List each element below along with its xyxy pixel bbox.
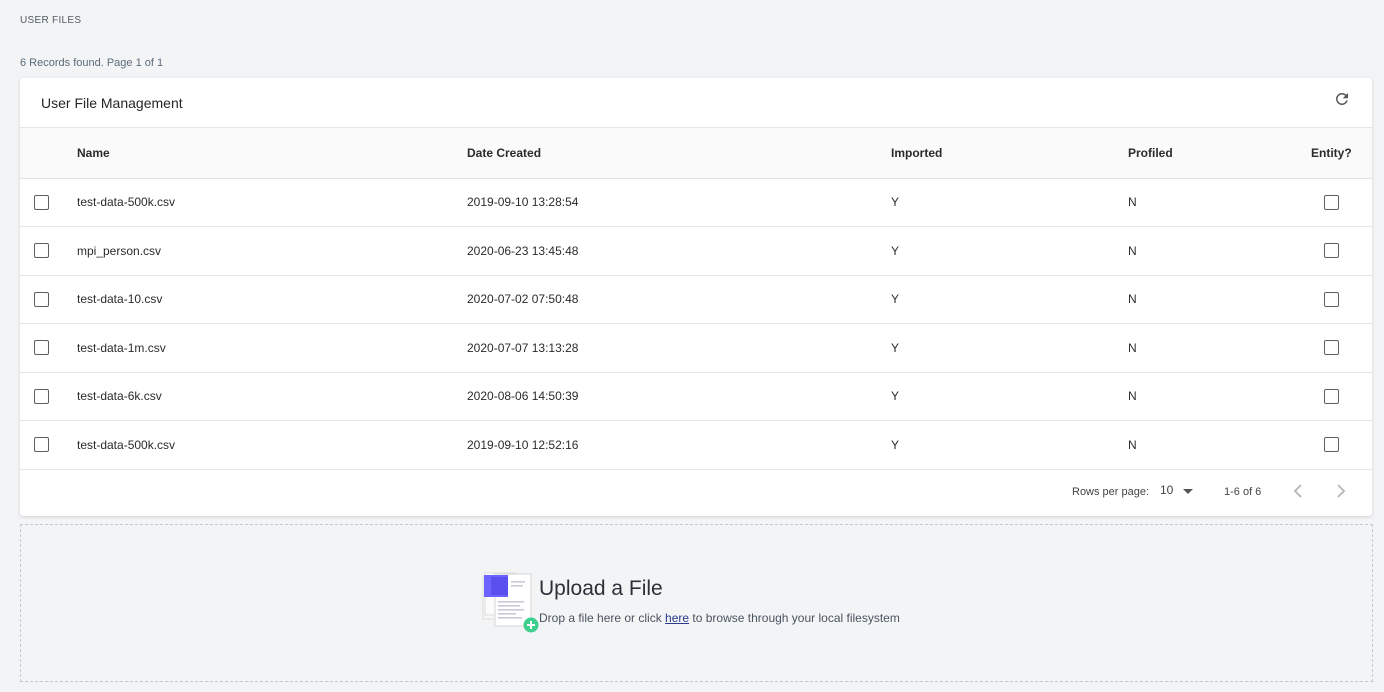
imported-cell: Y [891, 340, 900, 355]
file-name-cell: test-data-500k.csv [77, 195, 176, 210]
pagination-range: 1-6 of 6 [1224, 486, 1262, 498]
entity-cell [1311, 227, 1372, 276]
row-select-checkbox[interactable] [34, 243, 49, 259]
imported-cell: Y [891, 243, 900, 258]
rows-per-page-value: 10 [1160, 483, 1174, 497]
row-select-checkbox[interactable] [34, 388, 49, 404]
date-created-cell: 2020-07-07 13:13:28 [467, 340, 579, 355]
table-pagination: Rows per page: 10 1-6 of 6 [20, 469, 1372, 516]
rows-per-page-label: Rows per page: [1072, 486, 1150, 498]
row-select-checkbox[interactable] [34, 194, 49, 210]
entity-checkbox[interactable] [1324, 388, 1339, 404]
entity-checkbox[interactable] [1324, 437, 1339, 453]
records-summary: 6 Records found. Page 1 of 1 [20, 57, 164, 69]
table-row: test-data-500k.csv 2019-09-10 13:28:54 Y N [20, 178, 1372, 227]
upload-text-after: to browse through your local filesystem [689, 611, 900, 625]
entity-checkbox[interactable] [1324, 194, 1339, 210]
previous-page-button[interactable] [1288, 482, 1308, 502]
imported-cell: Y [891, 195, 900, 210]
files-table: Name Date Created Imported Profiled Enti… [20, 128, 1372, 470]
refresh-button[interactable] [1330, 89, 1354, 113]
date-created-cell: 2020-06-23 13:45:48 [467, 243, 579, 258]
upload-instructions: Drop a file here or click here to browse… [539, 611, 900, 625]
page-title: USER FILES [20, 15, 82, 26]
file-name-cell: mpi_person.csv [77, 243, 162, 258]
entity-checkbox[interactable] [1324, 243, 1339, 259]
imported-cell: Y [891, 437, 900, 452]
upload-files-icon [481, 571, 541, 635]
column-header-date-created[interactable]: Date Created [467, 128, 891, 178]
column-header-name[interactable]: Name [77, 128, 467, 178]
row-select-cell [20, 421, 77, 470]
table-row: test-data-500k.csv 2019-09-10 12:52:16 Y N [20, 421, 1372, 470]
chevron-right-icon [1336, 483, 1346, 501]
imported-cell: Y [891, 389, 900, 404]
file-name-cell: test-data-500k.csv [77, 437, 176, 452]
file-dropzone[interactable]: Upload a File Drop a file here or click … [20, 524, 1373, 682]
file-name-cell: test-data-10.csv [77, 292, 163, 307]
dropdown-caret-icon [1182, 484, 1193, 498]
date-created-cell: 2019-09-10 13:28:54 [467, 195, 579, 210]
row-select-checkbox[interactable] [34, 437, 49, 453]
entity-cell [1311, 275, 1372, 324]
date-created-cell: 2020-07-02 07:50:48 [467, 292, 579, 307]
profiled-cell: N [1128, 389, 1137, 404]
table-header-row: Name Date Created Imported Profiled Enti… [20, 128, 1372, 178]
entity-cell [1311, 421, 1372, 470]
profiled-cell: N [1128, 195, 1137, 210]
upload-title: Upload a File [539, 577, 663, 600]
file-name-cell: test-data-6k.csv [77, 389, 162, 404]
table-row: test-data-1m.csv 2020-07-07 13:13:28 Y N [20, 324, 1372, 373]
profiled-cell: N [1128, 243, 1137, 258]
entity-checkbox[interactable] [1324, 291, 1339, 307]
entity-cell [1311, 372, 1372, 421]
date-created-cell: 2020-08-06 14:50:39 [467, 389, 579, 404]
profiled-cell: N [1128, 437, 1137, 452]
row-select-cell [20, 372, 77, 421]
chevron-left-icon [1293, 483, 1303, 501]
rows-per-page-select[interactable]: 10 [1160, 483, 1193, 498]
column-header-profiled[interactable]: Profiled [1128, 128, 1311, 178]
column-header-entity[interactable]: Entity? [1311, 128, 1372, 178]
row-select-cell [20, 275, 77, 324]
file-management-card: User File Management Name Date Created I… [20, 78, 1372, 516]
refresh-icon [1333, 90, 1351, 113]
column-header-imported[interactable]: Imported [891, 128, 1128, 178]
row-select-checkbox[interactable] [34, 340, 49, 356]
card-header: User File Management [20, 78, 1372, 128]
browse-files-link[interactable]: here [665, 611, 689, 625]
next-page-button[interactable] [1331, 482, 1351, 502]
card-title: User File Management [41, 95, 183, 111]
profiled-cell: N [1128, 292, 1137, 307]
row-select-cell [20, 178, 77, 227]
row-select-cell [20, 324, 77, 373]
imported-cell: Y [891, 292, 900, 307]
date-created-cell: 2019-09-10 12:52:16 [467, 437, 579, 452]
upload-text-before: Drop a file here or click [539, 611, 666, 625]
profiled-cell: N [1128, 340, 1137, 355]
row-select-checkbox[interactable] [34, 291, 49, 307]
row-select-cell [20, 227, 77, 276]
file-name-cell: test-data-1m.csv [77, 340, 166, 355]
header-select-cell [20, 128, 77, 178]
entity-checkbox[interactable] [1324, 340, 1339, 356]
table-row: test-data-10.csv 2020-07-02 07:50:48 Y N [20, 275, 1372, 324]
entity-cell [1311, 324, 1372, 373]
entity-cell [1311, 178, 1372, 227]
table-row: mpi_person.csv 2020-06-23 13:45:48 Y N [20, 227, 1372, 276]
table-row: test-data-6k.csv 2020-08-06 14:50:39 Y N [20, 372, 1372, 421]
